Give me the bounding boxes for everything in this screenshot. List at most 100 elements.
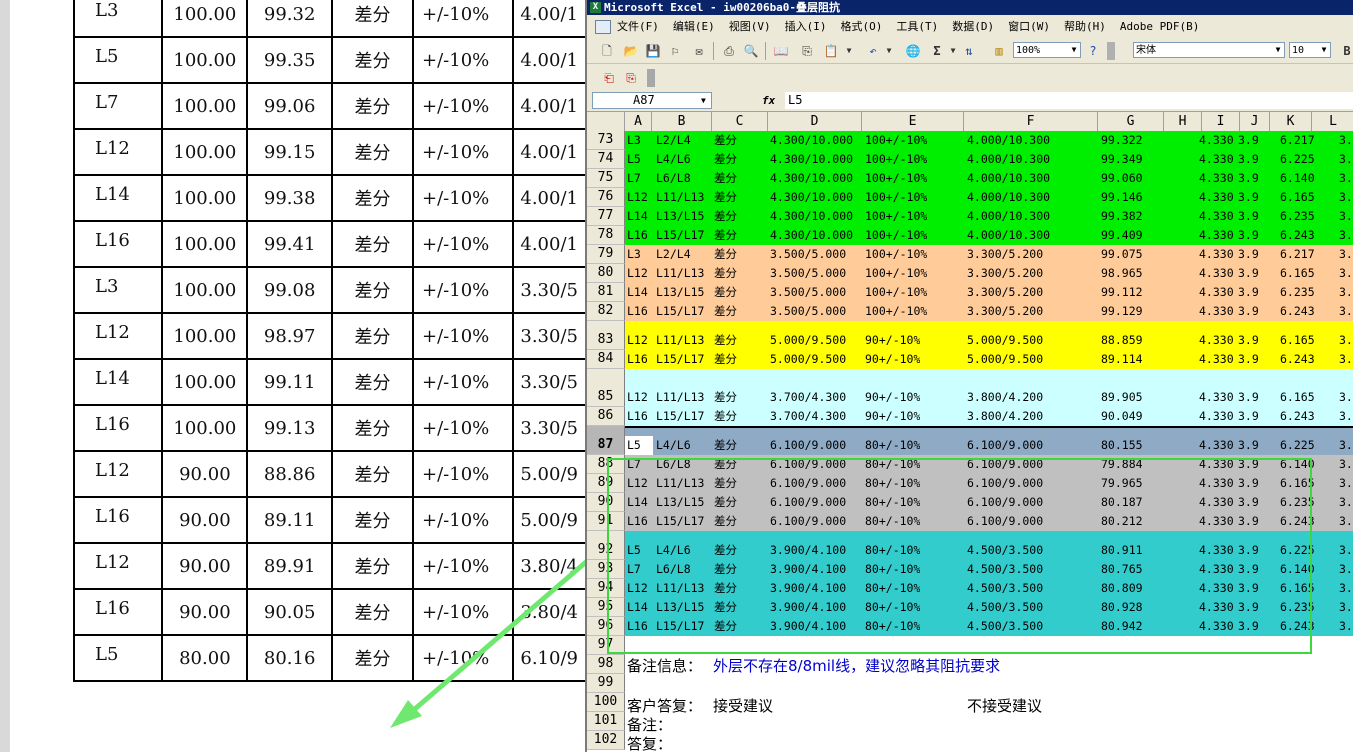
cell[interactable]: 4.500/3.500 xyxy=(967,560,1043,579)
cell[interactable]: 4.500/3.500 xyxy=(967,541,1043,560)
table-row[interactable]: 93 L7 L6/L8 差分 3.900/4.100 80+/-10% 4.500/3.50… xyxy=(587,560,1353,579)
cell[interactable]: 99.075 xyxy=(1101,245,1143,264)
cell[interactable]: 4.330 xyxy=(1199,617,1234,636)
row-header[interactable]: 90 xyxy=(587,493,625,512)
cell[interactable]: L6/L8 xyxy=(656,455,691,474)
row-header[interactable]: 97 xyxy=(587,636,625,655)
table-row[interactable]: 97 xyxy=(587,636,1353,655)
cell[interactable]: 4.300/10.000 xyxy=(770,207,853,226)
zoom-select[interactable]: 100% ▼ xyxy=(1013,42,1081,58)
cell[interactable]: 99.382 xyxy=(1101,207,1143,226)
cell[interactable]: 6.165 xyxy=(1280,579,1315,598)
cell[interactable]: 4.300/10.000 xyxy=(770,188,853,207)
cell[interactable]: 80.765 xyxy=(1101,560,1143,579)
row-header[interactable]: 77 xyxy=(587,207,625,226)
cell[interactable]: 3.9 xyxy=(1238,493,1259,512)
cell[interactable]: L12 xyxy=(627,579,648,598)
cell[interactable]: 差分 xyxy=(714,350,737,369)
cell[interactable]: 差分 xyxy=(714,283,737,302)
cell[interactable]: 3.9 xyxy=(1238,436,1259,455)
row-header[interactable]: 76 xyxy=(587,188,625,207)
cell[interactable]: L7 xyxy=(627,560,641,579)
cell[interactable]: 3.9 xyxy=(1238,245,1259,264)
cell[interactable]: 4.330 xyxy=(1199,283,1234,302)
cell[interactable]: 80+/-10% xyxy=(865,579,920,598)
cell[interactable]: 6.100/9.000 xyxy=(967,474,1043,493)
cell[interactable]: 3.95 xyxy=(1339,388,1353,407)
cell[interactable]: L5 xyxy=(627,541,641,560)
cell[interactable]: 3.95 xyxy=(1339,245,1353,264)
cell[interactable]: 80.942 xyxy=(1101,617,1143,636)
table-row[interactable]: 89 L12 L11/L13 差分 6.100/9.000 80+/-10% 6.100/9… xyxy=(587,474,1353,493)
menu-item[interactable]: Adobe PDF(B) xyxy=(1120,16,1199,38)
cell[interactable]: L11/L13 xyxy=(656,579,704,598)
cell[interactable]: L12 xyxy=(627,331,648,350)
row-header[interactable]: 91 xyxy=(587,512,625,531)
cell[interactable]: 3.95 xyxy=(1339,512,1353,531)
cell[interactable]: 差分 xyxy=(714,598,737,617)
cell[interactable]: 6.235 xyxy=(1280,283,1315,302)
cell[interactable]: 3.95 xyxy=(1339,264,1353,283)
chevron-down-icon[interactable]: ▼ xyxy=(701,91,706,111)
cell[interactable]: 差分 xyxy=(714,512,737,531)
fx-icon[interactable]: fx xyxy=(762,91,775,111)
row-header[interactable]: 89 xyxy=(587,474,625,493)
cell[interactable]: L16 xyxy=(627,350,648,369)
cell[interactable]: L11/L13 xyxy=(656,474,704,493)
cell[interactable]: 99.129 xyxy=(1101,302,1143,321)
row-header[interactable]: 100 xyxy=(587,693,625,712)
cell[interactable]: 3.9 xyxy=(1238,226,1259,245)
cell[interactable]: 3.95 xyxy=(1339,350,1353,369)
column-header[interactable]: G xyxy=(1098,112,1164,131)
table-row[interactable]: 81 L14 L13/L15 差分 3.500/5.000 100+/-10% 3.300/… xyxy=(587,283,1353,302)
cell[interactable]: 3.95 xyxy=(1339,560,1353,579)
table-row[interactable]: 79 L3 L2/L4 差分 3.500/5.000 100+/-10% 3.300/5.2… xyxy=(587,245,1353,264)
cell[interactable]: 4.330 xyxy=(1199,388,1234,407)
cell[interactable]: 79.965 xyxy=(1101,474,1143,493)
cell[interactable]: 4.330 xyxy=(1199,226,1234,245)
cell[interactable]: 4.330 xyxy=(1199,436,1234,455)
row-header[interactable]: 101 xyxy=(587,712,625,731)
table-row[interactable]: 96 L16 L15/L17 差分 3.900/4.100 80+/-10% 4.500/3… xyxy=(587,617,1353,636)
cell[interactable]: 100+/-10% xyxy=(865,150,927,169)
cell[interactable]: L12 xyxy=(627,264,648,283)
cell[interactable]: 差分 xyxy=(714,331,737,350)
font-size-select[interactable]: 10 ▼ xyxy=(1289,42,1331,58)
cell[interactable]: 6.243 xyxy=(1280,407,1315,426)
cell[interactable]: 3.95 xyxy=(1339,493,1353,512)
cell[interactable]: 3.9 xyxy=(1238,302,1259,321)
cell[interactable]: 3.95 xyxy=(1339,188,1353,207)
cell[interactable]: 3.900/4.100 xyxy=(770,598,846,617)
menu-item[interactable]: 窗口(W) xyxy=(1008,16,1050,38)
cell[interactable]: 6.100/9.000 xyxy=(770,474,846,493)
toolbar-grip[interactable] xyxy=(647,69,655,87)
cell[interactable]: 80.155 xyxy=(1101,436,1143,455)
cell[interactable]: 89.905 xyxy=(1101,388,1143,407)
cell[interactable]: L13/L15 xyxy=(656,207,704,226)
cell[interactable]: 4.330 xyxy=(1199,560,1234,579)
cell[interactable]: 3.95 xyxy=(1339,455,1353,474)
menu-item[interactable]: 工具(T) xyxy=(896,16,938,38)
cell[interactable]: 6.243 xyxy=(1280,617,1315,636)
cell[interactable]: 4.330 xyxy=(1199,302,1234,321)
cell[interactable]: 100+/-10% xyxy=(865,226,927,245)
cell[interactable]: 99.322 xyxy=(1101,131,1143,150)
cell[interactable]: 80+/-10% xyxy=(865,436,920,455)
cell[interactable]: 3.95 xyxy=(1339,407,1353,426)
cell[interactable]: 3.95 xyxy=(1339,131,1353,150)
cell[interactable]: L2/L4 xyxy=(656,131,691,150)
cell[interactable]: 3.9 xyxy=(1238,560,1259,579)
cell[interactable]: 99.146 xyxy=(1101,188,1143,207)
cell[interactable]: 4.330 xyxy=(1199,455,1234,474)
cell[interactable]: 3.9 xyxy=(1238,617,1259,636)
select-all-corner[interactable] xyxy=(587,112,625,131)
cell[interactable]: 3.900/4.100 xyxy=(770,579,846,598)
cell[interactable]: 4.000/10.300 xyxy=(967,226,1050,245)
cell[interactable]: 4.500/3.500 xyxy=(967,598,1043,617)
table-row[interactable]: 80 L12 L11/L13 差分 3.500/5.000 100+/-10% 3.300/… xyxy=(587,264,1353,283)
name-box[interactable]: A87 xyxy=(592,92,712,109)
row-header[interactable]: 82 xyxy=(587,302,625,321)
cell[interactable]: L4/L6 xyxy=(656,436,691,455)
cell[interactable]: 3.9 xyxy=(1238,512,1259,531)
cell[interactable]: L15/L17 xyxy=(656,302,704,321)
